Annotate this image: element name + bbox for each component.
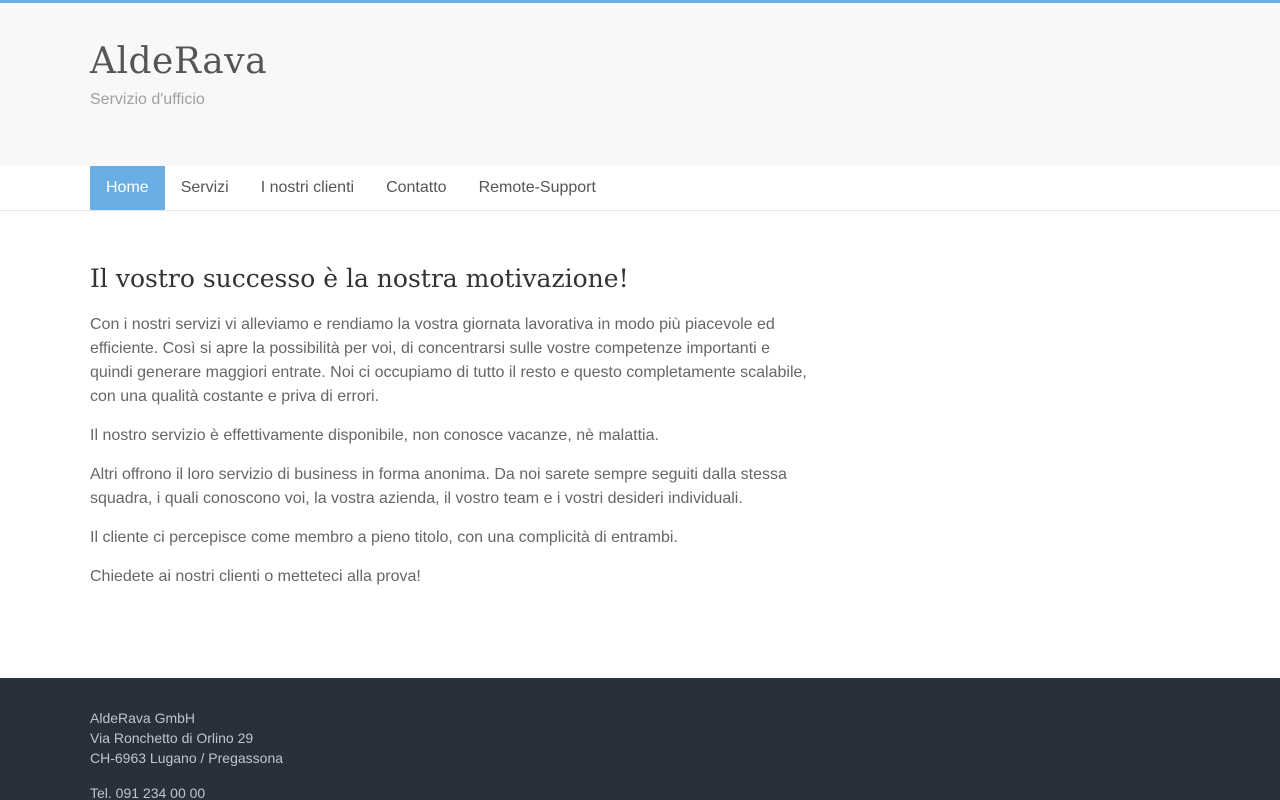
site-title[interactable]: AldeRava bbox=[90, 41, 267, 82]
nav-item-remote-support[interactable]: Remote-Support bbox=[463, 166, 612, 210]
nav-list: Home Servizi I nostri clienti Contatto R… bbox=[90, 166, 612, 210]
footer-city: CH-6963 Lugano / Pregassona bbox=[90, 750, 284, 766]
site-tagline: Servizio d'ufficio bbox=[90, 91, 205, 108]
page-heading: Il vostro successo è la nostra motivazio… bbox=[90, 264, 629, 293]
main-navigation: Home Servizi I nostri clienti Contatto R… bbox=[0, 166, 1280, 211]
paragraph-client: Il cliente ci percepisce come membro a p… bbox=[90, 529, 678, 546]
paragraph-availability: Il nostro servizio è effettivamente disp… bbox=[90, 427, 659, 444]
paragraph-intro: Con i nostri servizi vi alleviamo e rend… bbox=[90, 316, 807, 405]
paragraph-team: Altri offrono il loro servizio di busine… bbox=[90, 466, 787, 507]
nav-item-home[interactable]: Home bbox=[90, 166, 165, 210]
nav-item-clienti[interactable]: I nostri clienti bbox=[245, 166, 370, 210]
footer-company: AldeRava GmbH bbox=[90, 710, 196, 726]
main-content: Il vostro successo è la nostra motivazio… bbox=[0, 211, 1280, 678]
footer-street: Via Ronchetto di Orlino 29 bbox=[90, 730, 254, 746]
footer-address: AldeRava GmbH Via Ronchetto di Orlino 29… bbox=[90, 708, 283, 800]
paragraph-cta: Chiedete ai nostri clienti o metteteci a… bbox=[90, 568, 421, 585]
nav-item-contatto[interactable]: Contatto bbox=[370, 166, 462, 210]
site-footer: AldeRava GmbH Via Ronchetto di Orlino 29… bbox=[0, 678, 1280, 800]
site-header: AldeRava Servizio d'ufficio bbox=[0, 3, 1280, 166]
content-article: Il vostro successo è la nostra motivazio… bbox=[90, 263, 815, 604]
footer-phone[interactable]: Tel. 091 234 00 00 bbox=[90, 783, 283, 800]
nav-item-servizi[interactable]: Servizi bbox=[165, 166, 245, 210]
